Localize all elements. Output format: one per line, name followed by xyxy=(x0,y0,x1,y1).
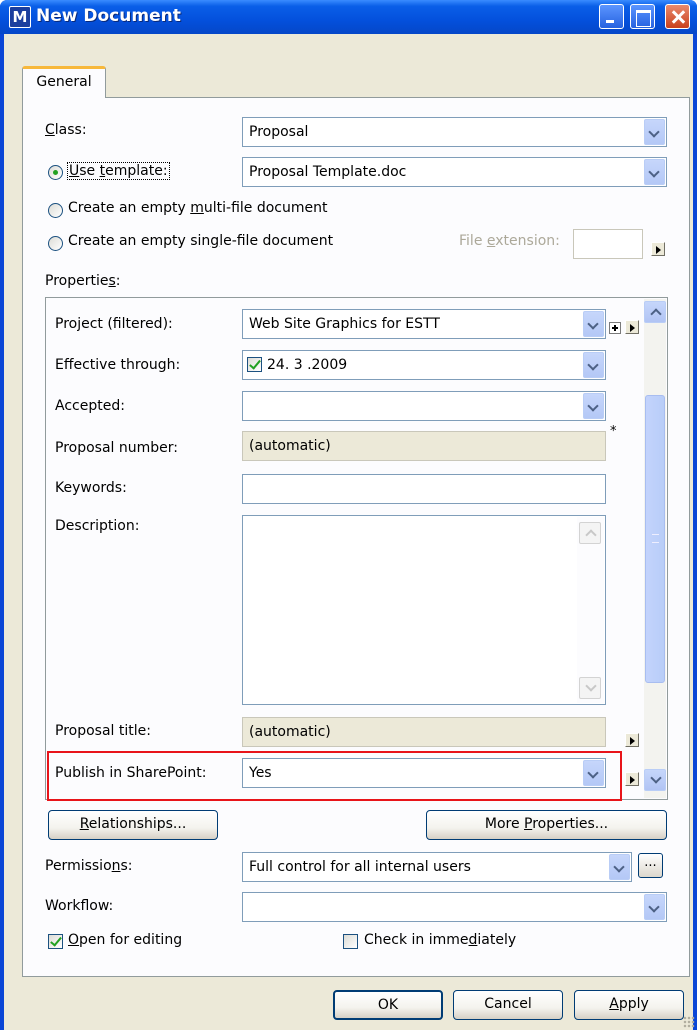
description-label: Description: xyxy=(55,518,140,534)
chevron-down-icon[interactable] xyxy=(609,854,630,880)
scroll-down-icon[interactable] xyxy=(579,677,601,699)
class-label: Class: xyxy=(45,122,87,138)
template-value: Proposal Template.doc xyxy=(249,164,407,180)
arrow-right-icon[interactable] xyxy=(625,733,639,747)
permissions-label: Permissions: xyxy=(45,858,133,874)
permissions-select[interactable]: Full control for all internal users xyxy=(242,852,632,882)
create-multi-file-label[interactable]: Create an empty multi-file document xyxy=(68,200,327,216)
file-extension-input[interactable] xyxy=(573,229,643,259)
cancel-button[interactable]: Cancel xyxy=(453,990,563,1020)
workflow-select[interactable] xyxy=(242,892,667,922)
use-template-radio[interactable] xyxy=(48,165,63,180)
proposal-title-label: Proposal title: xyxy=(55,723,151,739)
chevron-down-icon[interactable] xyxy=(644,159,665,185)
permissions-value: Full control for all internal users xyxy=(249,859,471,875)
chevron-down-icon[interactable] xyxy=(644,119,665,145)
scroll-up-icon[interactable] xyxy=(644,301,666,323)
chevron-down-icon[interactable] xyxy=(583,311,604,337)
expand-plus-icon[interactable] xyxy=(609,322,621,334)
effective-through-checkbox[interactable] xyxy=(247,357,262,372)
minimize-button[interactable] xyxy=(599,4,624,29)
create-multi-file-radio[interactable] xyxy=(48,203,63,218)
effective-through-label: Effective through: xyxy=(55,357,181,373)
relationships-button[interactable]: Relationships... xyxy=(48,810,218,840)
tab-general[interactable]: General xyxy=(22,66,106,98)
ok-button[interactable]: OK xyxy=(333,990,443,1020)
required-asterisk: * xyxy=(610,424,617,439)
project-value: Web Site Graphics for ESTT xyxy=(249,316,440,332)
project-select[interactable]: Web Site Graphics for ESTT xyxy=(242,309,606,339)
window-title: New Document xyxy=(36,6,181,26)
scroll-up-icon[interactable] xyxy=(579,522,601,544)
arrow-right-icon[interactable] xyxy=(625,320,639,334)
close-button[interactable] xyxy=(665,4,690,29)
keywords-input[interactable] xyxy=(242,474,606,504)
chevron-down-icon[interactable] xyxy=(644,894,665,920)
create-single-file-radio[interactable] xyxy=(48,236,63,251)
chevron-down-icon[interactable] xyxy=(583,352,604,378)
class-select[interactable]: Proposal xyxy=(242,117,667,147)
highlight-box xyxy=(47,751,622,801)
permissions-ellipsis-button[interactable]: ... xyxy=(638,853,663,878)
proposal-title-field: (automatic) xyxy=(242,717,606,747)
accepted-label: Accepted: xyxy=(55,398,125,414)
app-icon: M xyxy=(9,6,31,28)
proposal-number-label: Proposal number: xyxy=(55,440,178,456)
maximize-button[interactable] xyxy=(630,4,655,29)
arrow-right-icon[interactable] xyxy=(625,772,639,786)
properties-label: Properties: xyxy=(45,273,121,289)
check-in-immediately-label[interactable]: Check in immediately xyxy=(364,932,516,948)
file-extension-label: File extension: xyxy=(459,233,560,249)
description-scrollbar[interactable] xyxy=(577,517,604,703)
class-value: Proposal xyxy=(249,124,309,140)
effective-through-date[interactable]: 24. 3 .2009 xyxy=(242,350,606,380)
resize-grip-icon[interactable] xyxy=(683,1016,695,1028)
use-template-label[interactable]: Use template: xyxy=(67,162,170,180)
workflow-label: Workflow: xyxy=(45,898,114,914)
apply-button[interactable]: Apply xyxy=(574,990,684,1020)
open-for-editing-label[interactable]: Open for editing xyxy=(68,932,182,948)
template-select[interactable]: Proposal Template.doc xyxy=(242,157,667,187)
scroll-thumb[interactable] xyxy=(645,395,665,683)
scroll-down-icon[interactable] xyxy=(644,769,666,791)
title-bar[interactable]: M New Document xyxy=(0,0,697,34)
arrow-right-icon[interactable] xyxy=(651,242,665,256)
open-for-editing-checkbox[interactable] xyxy=(48,934,63,949)
create-single-file-label[interactable]: Create an empty single-file document xyxy=(68,233,333,249)
check-in-immediately-checkbox[interactable] xyxy=(343,934,358,949)
proposal-number-field: (automatic) xyxy=(242,431,606,461)
description-textarea[interactable] xyxy=(242,515,606,705)
accepted-select[interactable] xyxy=(242,391,606,421)
keywords-label: Keywords: xyxy=(55,480,127,496)
more-properties-button[interactable]: More Properties... xyxy=(426,810,667,840)
properties-scrollbar[interactable] xyxy=(644,299,666,798)
project-label: Project (filtered): xyxy=(55,316,173,332)
chevron-down-icon[interactable] xyxy=(583,393,604,419)
effective-through-value: 24. 3 .2009 xyxy=(267,357,348,373)
